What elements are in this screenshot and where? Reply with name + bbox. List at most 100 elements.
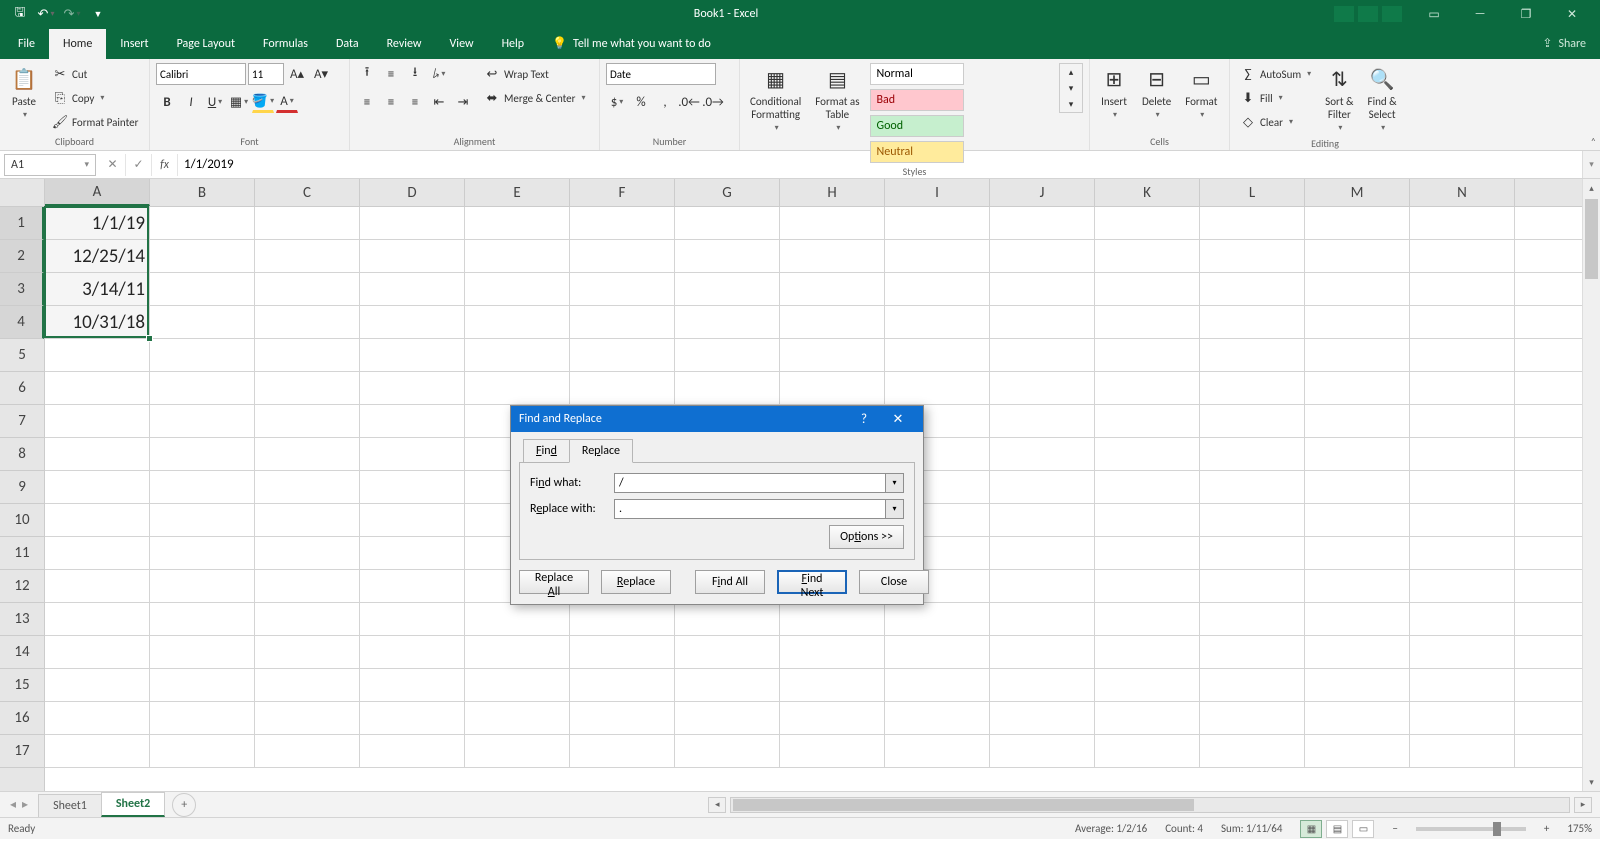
hscroll-thumb[interactable]	[733, 799, 1194, 811]
cell-A7[interactable]	[45, 405, 150, 437]
expand-formula-bar-icon[interactable]: ▾	[1582, 151, 1600, 178]
cell-J12[interactable]	[990, 570, 1095, 602]
cell-M6[interactable]	[1305, 372, 1410, 404]
conditional-formatting-button[interactable]: ▦ Conditional Formatting▾	[746, 63, 805, 135]
cell-C6[interactable]	[255, 372, 360, 404]
fill-color-button[interactable]: 🪣▾	[252, 91, 274, 113]
style-bad[interactable]: Bad	[870, 89, 964, 111]
cell-N15[interactable]	[1410, 669, 1515, 701]
cell-M15[interactable]	[1305, 669, 1410, 701]
tab-data[interactable]: Data	[322, 29, 373, 59]
minimize-icon[interactable]: —	[1458, 0, 1502, 28]
cut-button[interactable]: ✂Cut	[48, 63, 142, 85]
cell-L16[interactable]	[1200, 702, 1305, 734]
sort-filter-button[interactable]: ⇅Sort & Filter▾	[1321, 63, 1357, 135]
align-right-icon[interactable]: ≡	[404, 91, 426, 113]
cell-E17[interactable]	[465, 735, 570, 767]
row-header-16[interactable]: 16	[0, 702, 44, 735]
new-sheet-button[interactable]: +	[172, 793, 196, 817]
cell-M7[interactable]	[1305, 405, 1410, 437]
collapse-ribbon-icon[interactable]: ˄	[1591, 135, 1596, 148]
cell-K5[interactable]	[1095, 339, 1200, 371]
cell-B3[interactable]	[150, 273, 255, 305]
cell-J17[interactable]	[990, 735, 1095, 767]
column-headers[interactable]: ABCDEFGHIJKLMN	[45, 179, 1582, 207]
options-button[interactable]: Options >>	[829, 525, 904, 549]
cell-B12[interactable]	[150, 570, 255, 602]
cell-A4[interactable]: 10/31/18	[45, 306, 150, 338]
cell-L12[interactable]	[1200, 570, 1305, 602]
cell-C7[interactable]	[255, 405, 360, 437]
cell-C5[interactable]	[255, 339, 360, 371]
fill-button[interactable]: ⬇Fill▾	[1236, 87, 1315, 109]
cell-J16[interactable]	[990, 702, 1095, 734]
align-top-icon[interactable]: ⭱	[356, 63, 378, 85]
cell-J11[interactable]	[990, 537, 1095, 569]
cell-H1[interactable]	[780, 207, 885, 239]
maximize-icon[interactable]: ❐	[1504, 0, 1548, 28]
cell-B10[interactable]	[150, 504, 255, 536]
row-header-10[interactable]: 10	[0, 504, 44, 537]
format-painter-button[interactable]: 🖌Format Painter	[48, 111, 142, 133]
cell-F15[interactable]	[570, 669, 675, 701]
column-header-G[interactable]: G	[675, 179, 780, 206]
zoom-slider[interactable]	[1416, 827, 1526, 831]
cell-M13[interactable]	[1305, 603, 1410, 635]
row-header-7[interactable]: 7	[0, 405, 44, 438]
font-name-input[interactable]	[156, 63, 246, 85]
decrease-decimal-icon[interactable]: .0→	[702, 91, 724, 113]
cell-A5[interactable]	[45, 339, 150, 371]
cell-G3[interactable]	[675, 273, 780, 305]
merge-center-button[interactable]: ⬌Merge & Center▾	[480, 87, 590, 109]
font-size-input[interactable]	[248, 63, 284, 85]
cell-N16[interactable]	[1410, 702, 1515, 734]
cell-A2[interactable]: 12/25/14	[45, 240, 150, 272]
share-button[interactable]: ⇪ Share	[1528, 28, 1600, 59]
cell-E6[interactable]	[465, 372, 570, 404]
row-header-17[interactable]: 17	[0, 735, 44, 768]
cell-I2[interactable]	[885, 240, 990, 272]
cell-N6[interactable]	[1410, 372, 1515, 404]
cell-D12[interactable]	[360, 570, 465, 602]
cell-F3[interactable]	[570, 273, 675, 305]
cell-N14[interactable]	[1410, 636, 1515, 668]
cell-D1[interactable]	[360, 207, 465, 239]
column-header-I[interactable]: I	[885, 179, 990, 206]
dialog-close-icon[interactable]: ✕	[881, 406, 915, 432]
cell-M17[interactable]	[1305, 735, 1410, 767]
cell-K12[interactable]	[1095, 570, 1200, 602]
cell-G15[interactable]	[675, 669, 780, 701]
cell-E16[interactable]	[465, 702, 570, 734]
cell-K16[interactable]	[1095, 702, 1200, 734]
cell-M11[interactable]	[1305, 537, 1410, 569]
redo-icon[interactable]: ↷▾	[62, 4, 82, 24]
cell-N2[interactable]	[1410, 240, 1515, 272]
decrease-indent-icon[interactable]: ⇤	[428, 91, 450, 113]
sheet-tab-sheet2[interactable]: Sheet2	[101, 792, 165, 817]
row-header-6[interactable]: 6	[0, 372, 44, 405]
cell-D10[interactable]	[360, 504, 465, 536]
cell-J6[interactable]	[990, 372, 1095, 404]
bold-button[interactable]: B	[156, 91, 178, 113]
row-header-14[interactable]: 14	[0, 636, 44, 669]
cell-B11[interactable]	[150, 537, 255, 569]
align-left-icon[interactable]: ≡	[356, 91, 378, 113]
cell-A1[interactable]: 1/1/19	[45, 207, 150, 239]
zoom-in-icon[interactable]: +	[1544, 822, 1549, 835]
row-header-1[interactable]: 1	[0, 207, 44, 240]
select-all-cells[interactable]	[0, 179, 45, 207]
cell-L7[interactable]	[1200, 405, 1305, 437]
cell-H5[interactable]	[780, 339, 885, 371]
align-middle-icon[interactable]: ≡	[380, 63, 402, 85]
cell-A8[interactable]	[45, 438, 150, 470]
underline-button[interactable]: U▾	[204, 91, 226, 113]
tab-home[interactable]: Home	[49, 29, 106, 59]
cell-E13[interactable]	[465, 603, 570, 635]
cell-F2[interactable]	[570, 240, 675, 272]
row-header-15[interactable]: 15	[0, 669, 44, 702]
font-color-button[interactable]: A▾	[276, 91, 298, 113]
cell-G4[interactable]	[675, 306, 780, 338]
replace-with-dropdown-icon[interactable]: ▾	[886, 499, 904, 519]
cell-B1[interactable]	[150, 207, 255, 239]
cell-M2[interactable]	[1305, 240, 1410, 272]
